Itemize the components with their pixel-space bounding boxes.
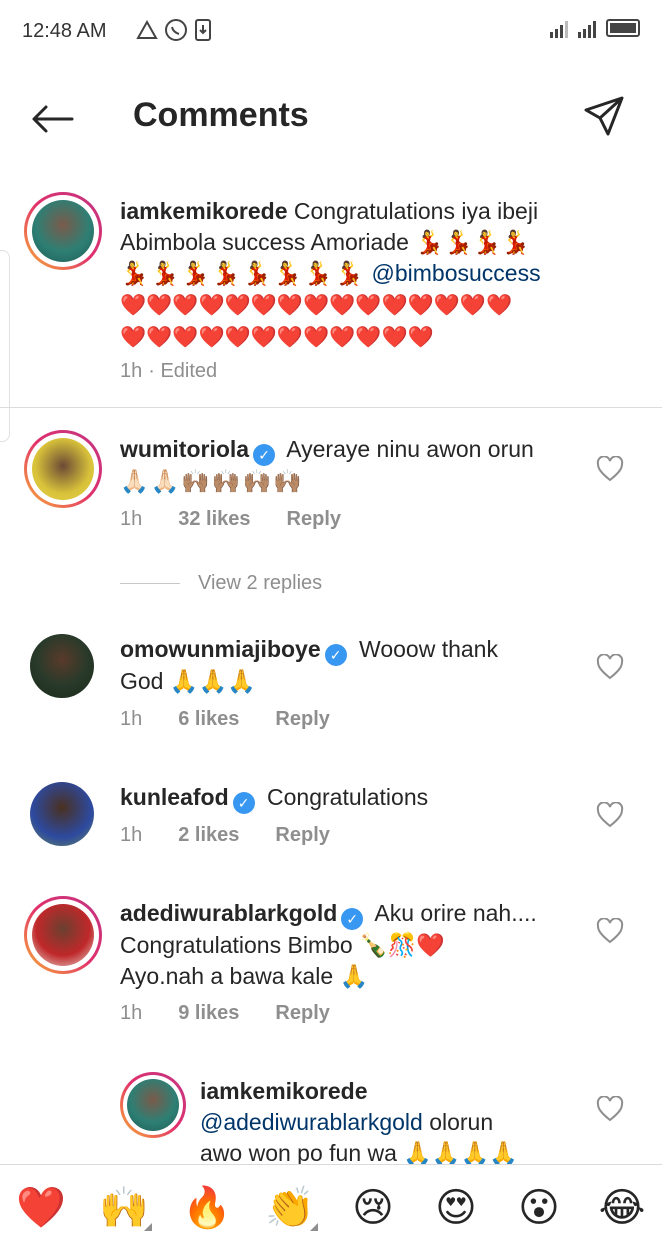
status-system-icons (550, 18, 640, 38)
comment-meta: 1h 32 likes Reply (120, 508, 341, 531)
like-heart-icon[interactable] (596, 918, 624, 944)
comment-text: iamkemikorede @adediwurablarkgold olorun… (200, 1076, 600, 1169)
comment-username[interactable]: iamkemikorede (120, 198, 287, 224)
back-button[interactable] (28, 96, 76, 142)
send-icon (584, 96, 624, 136)
avatar[interactable] (30, 782, 94, 846)
battery-icon (606, 19, 640, 37)
comment-username[interactable]: iamkemikorede (200, 1078, 367, 1104)
verified-badge-icon: ✓ (324, 644, 347, 666)
mention-link[interactable]: @adediwurablarkgold (200, 1109, 423, 1135)
emoji-fire-button[interactable]: 🔥 (179, 1183, 235, 1233)
like-heart-icon[interactable] (596, 456, 624, 482)
comment-body-line2: Abimbola success Amoriade 💃💃💃💃 (120, 229, 530, 255)
likes-count[interactable]: 9 likes (178, 1002, 239, 1025)
comment-emojis: 💃💃💃💃💃💃💃💃 (120, 260, 366, 286)
status-notification-icons (136, 18, 212, 42)
share-button[interactable] (582, 94, 626, 138)
avatar[interactable] (120, 1072, 186, 1138)
comment-time: 1h (120, 360, 143, 382)
skin-tone-indicator (144, 1223, 152, 1231)
like-heart-icon[interactable] (596, 654, 624, 680)
avatar[interactable] (24, 896, 102, 974)
navigation-icon (136, 20, 158, 39)
signal-icon (550, 18, 568, 38)
comment-meta: 1h 9 likes Reply (120, 1002, 330, 1025)
emoji-heart-eyes-button[interactable]: 😍 (428, 1183, 484, 1233)
page-title: Comments (133, 96, 309, 134)
comment-meta: 1h 6 likes Reply (120, 708, 330, 731)
comment-body: Ayeraye ninu awon orun (286, 436, 534, 462)
emoji-crying-button[interactable]: 😢 (345, 1183, 401, 1233)
back-arrow-icon (32, 105, 74, 133)
view-replies-button[interactable]: View 2 replies (120, 572, 322, 595)
likes-count[interactable]: 32 likes (178, 508, 250, 531)
emoji-surprised-button[interactable]: 😮 (511, 1183, 567, 1233)
whatsapp-icon (165, 19, 187, 41)
comment-text: kunleafod ✓ Congratulations (120, 782, 610, 814)
comment-body: olorun (429, 1109, 494, 1135)
comment-body-line2: Congratulations Bimbo 🍾🎊❤️ (120, 932, 445, 958)
likes-count[interactable]: 6 likes (178, 708, 239, 731)
comment-username[interactable]: kunleafod (120, 784, 229, 810)
reply-button[interactable]: Reply (275, 824, 329, 847)
verified-badge-icon: ✓ (253, 444, 276, 466)
download-icon (195, 19, 211, 41)
hearts-row-2: ❤️❤️❤️❤️❤️❤️❤️❤️❤️❤️❤️❤️ (120, 326, 434, 349)
avatar[interactable] (30, 634, 94, 698)
comment-text: adediwurablarkgold ✓ Aku orire nah.... Co… (120, 898, 610, 992)
verified-badge-icon: ✓ (232, 792, 255, 814)
emoji-reaction-bar: ❤️ 🙌 🔥 👏 😢 😍 😮 😂 (0, 1164, 662, 1243)
status-bar: 12:48 AM (0, 0, 662, 66)
comment-text: omowunmiajiboye ✓ Wooow thank God 🙏🙏🙏 (120, 634, 610, 697)
emoji-raised-hands-button[interactable]: 🙌 (96, 1183, 152, 1233)
comment-body-line2: awo won po fun wa 🙏🙏🙏🙏 (200, 1140, 518, 1166)
comment-body: Congratulations iya ibeji (293, 198, 539, 224)
status-time: 12:48 AM (22, 20, 107, 42)
view-replies-label: View 2 replies (198, 572, 323, 594)
divider (0, 407, 662, 408)
hearts-row-1: ❤️❤️❤️❤️❤️❤️❤️❤️❤️❤️❤️❤️❤️❤️❤️ (120, 294, 513, 317)
like-heart-icon[interactable] (596, 1096, 624, 1122)
comment-username[interactable]: wumitoriola (120, 436, 249, 462)
edge-panel-handle[interactable] (0, 250, 10, 442)
comments-header: Comments (0, 66, 662, 170)
comment-body: Wooow thank (359, 636, 498, 662)
avatar[interactable] (24, 430, 102, 508)
comment-meta: 1h 2 likes Reply (120, 824, 330, 847)
reply-button[interactable]: Reply (275, 708, 329, 731)
comment-time: 1h (120, 508, 143, 530)
comment-time: 1h (120, 708, 143, 730)
reply-button[interactable]: Reply (287, 508, 341, 531)
skin-tone-indicator (310, 1223, 318, 1231)
emoji-laughing-button[interactable]: 😂 (594, 1183, 650, 1233)
comment-body: Congratulations (267, 784, 429, 810)
likes-count[interactable]: 2 likes (178, 824, 239, 847)
edited-label: · Edited (148, 360, 218, 382)
comment-text: iamkemikorede Congratulations iya ibeji … (120, 196, 610, 353)
comment-time: 1h (120, 824, 143, 846)
signal-icon-2 (578, 18, 596, 38)
comment-body-line3: Ayo.nah a bawa kale 🙏 (120, 963, 369, 989)
comment-body-line2: God 🙏🙏🙏 (120, 668, 256, 694)
comment-username[interactable]: adediwurablarkgold (120, 900, 337, 926)
avatar[interactable] (24, 192, 102, 270)
emoji-clap-icon: 👏 (265, 1186, 315, 1230)
comment-meta: 1h · Edited (120, 360, 217, 383)
emoji-clap-button[interactable]: 👏 (262, 1183, 318, 1233)
emoji-raised-hands-icon: 🙌 (99, 1186, 149, 1230)
comment-body: Aku orire nah.... (374, 900, 537, 926)
emoji-heart-button[interactable]: ❤️ (13, 1183, 69, 1233)
view-replies-line (120, 583, 180, 584)
comment-text: wumitoriola ✓ Ayeraye ninu awon orun 🙏🏻🙏🏻… (120, 434, 610, 497)
comment-time: 1h (120, 1002, 143, 1024)
mention-link[interactable]: @bimbosuccess (372, 260, 541, 286)
like-heart-icon[interactable] (596, 802, 624, 828)
reply-button[interactable]: Reply (275, 1002, 329, 1025)
comment-username[interactable]: omowunmiajiboye (120, 636, 321, 662)
verified-badge-icon: ✓ (341, 908, 364, 930)
comment-body-line2: 🙏🏻🙏🏻🙌🏽🙌🏽🙌🏽🙌🏽 (120, 468, 304, 494)
